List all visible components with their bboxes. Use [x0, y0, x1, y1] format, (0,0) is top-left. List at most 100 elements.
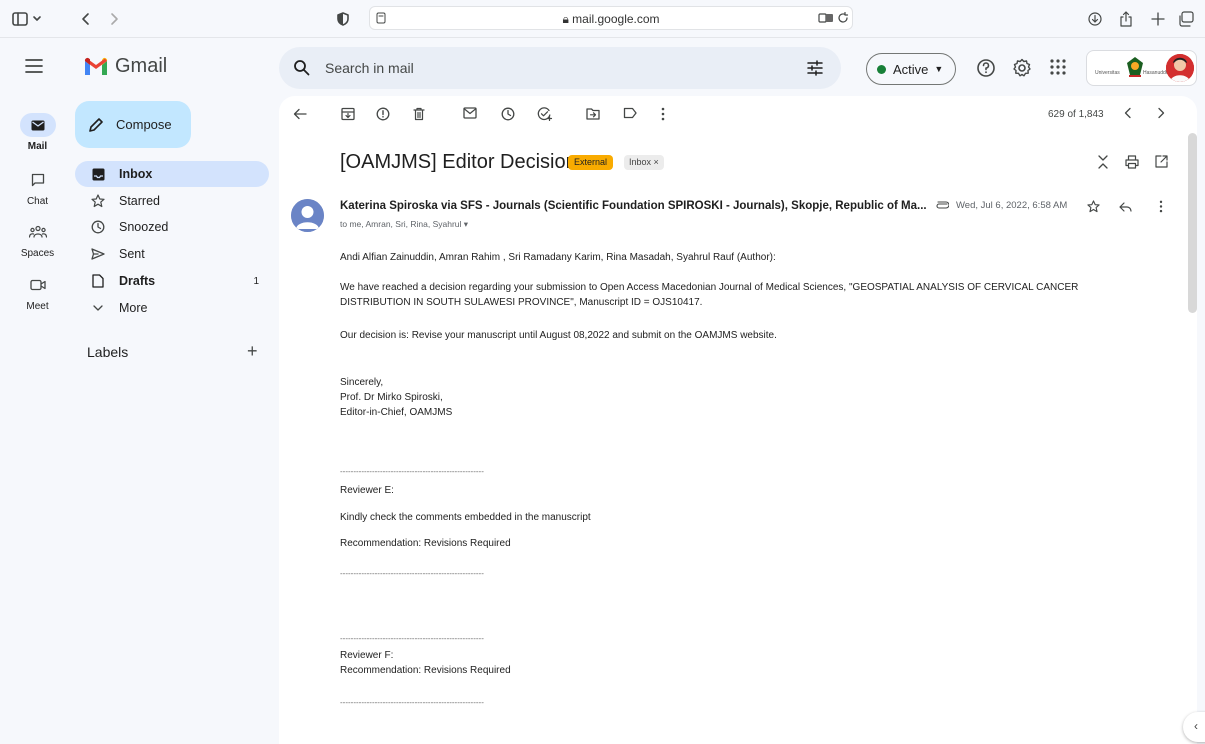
gmail-logo[interactable]: Gmail	[83, 55, 167, 78]
search-options-icon[interactable]	[807, 60, 823, 76]
nav-item-sent[interactable]: Sent	[75, 241, 269, 267]
body-line: Kindly check the comments embedded in th…	[340, 512, 591, 523]
reply-icon[interactable]	[1119, 202, 1132, 212]
body-line: Sincerely,	[340, 377, 384, 388]
body-line: Andi Alfian Zainuddin, Amran Rahim , Sri…	[340, 252, 776, 263]
compose-button[interactable]: Compose	[75, 101, 191, 148]
collapse-all-icon[interactable]	[1097, 154, 1109, 170]
label-tag-icon[interactable]	[623, 107, 637, 119]
draft-file-icon	[90, 273, 106, 289]
nav-item-more[interactable]: More	[75, 295, 269, 321]
body-line: Reviewer F:	[340, 650, 394, 661]
separator-line: ----------------------------------------…	[340, 698, 484, 707]
chat-icon	[20, 168, 56, 192]
status-label: Active	[893, 61, 929, 77]
chevron-down-icon	[90, 300, 106, 316]
search-bar[interactable]	[279, 47, 841, 89]
separator-line: ----------------------------------------…	[340, 569, 484, 578]
add-label-icon[interactable]: +	[247, 341, 258, 362]
inbox-label-chip[interactable]: Inbox ×	[624, 155, 664, 170]
nav-item-snoozed[interactable]: Snoozed	[75, 214, 269, 240]
nav-label: Sent	[119, 247, 145, 261]
body-line: Prof. Dr Mirko Spiroski,	[340, 392, 443, 403]
body-line: Recommendation: Revisions Required	[340, 538, 511, 549]
external-badge: External	[568, 155, 614, 170]
print-icon[interactable]	[1125, 155, 1139, 169]
send-icon	[90, 246, 106, 262]
lock-icon: 🔒︎	[562, 12, 569, 26]
message-more-icon[interactable]	[1159, 200, 1163, 213]
url-domain: 🔒︎ mail.google.com	[370, 12, 852, 27]
drafts-count: 1	[253, 275, 259, 287]
email-date: Wed, Jul 6, 2022, 6:58 AM	[956, 200, 1068, 211]
nav-item-drafts[interactable]: Drafts 1	[75, 268, 269, 294]
recipients-dropdown[interactable]: to me, Amran, Sri, Rina, Syahrul ▾	[340, 219, 468, 230]
star-icon[interactable]	[1087, 200, 1100, 213]
search-icon[interactable]	[293, 59, 310, 76]
apps-grid-icon[interactable]	[1049, 58, 1067, 76]
sender-name[interactable]: Katerina Spiroska via SFS - Journals (Sc…	[340, 200, 927, 212]
labels-heading: Labels	[87, 344, 129, 360]
rail-label: Chat	[26, 196, 49, 207]
tab-overview-icon[interactable]	[1178, 9, 1194, 29]
mark-unread-icon[interactable]	[463, 107, 477, 119]
status-dropdown[interactable]: Active ▼	[866, 53, 956, 85]
reload-icon[interactable]	[837, 12, 849, 24]
spaces-icon	[20, 220, 56, 244]
url-text: mail.google.com	[572, 12, 660, 26]
inbox-icon	[90, 166, 106, 182]
rail-item-chat[interactable]: Chat	[0, 168, 75, 207]
move-to-icon[interactable]	[586, 107, 600, 120]
org-name-left: Universitas	[1095, 70, 1120, 76]
archive-icon[interactable]	[341, 107, 355, 121]
downloads-icon[interactable]	[1087, 9, 1103, 29]
report-spam-icon[interactable]	[376, 107, 390, 121]
meet-icon	[20, 273, 56, 297]
forward-icon[interactable]	[106, 9, 122, 29]
gmail-wordmark: Gmail	[115, 55, 168, 77]
nav-label: Starred	[119, 194, 160, 208]
sender-avatar	[291, 199, 324, 232]
older-chevron-right-icon[interactable]	[1157, 107, 1165, 119]
new-tab-icon[interactable]	[1150, 9, 1166, 29]
body-line: Our decision is: Revise your manuscript …	[340, 330, 777, 341]
rail-item-meet[interactable]: Meet	[0, 273, 75, 312]
share-icon[interactable]	[1118, 9, 1134, 29]
settings-gear-icon[interactable]	[1012, 58, 1032, 78]
privacy-shield-icon[interactable]	[336, 9, 350, 29]
sidebar-toggle-icon[interactable]	[10, 9, 44, 29]
pencil-icon	[89, 117, 103, 132]
message-range: 629 of 1,843	[1048, 109, 1104, 120]
nav-label: Drafts	[119, 274, 156, 288]
nav-item-inbox[interactable]: Inbox	[75, 161, 269, 187]
back-icon[interactable]	[78, 9, 94, 29]
rail-item-mail[interactable]: Mail	[0, 113, 75, 152]
mail-icon	[19, 113, 56, 137]
scrollbar[interactable]	[1188, 133, 1197, 313]
rail-label: Mail	[27, 141, 48, 152]
separator-line: ----------------------------------------…	[340, 467, 484, 476]
side-panel-toggle-icon[interactable]: ‹	[1183, 712, 1205, 742]
account-avatar[interactable]	[1166, 54, 1194, 82]
address-bar[interactable]: 🔒︎ mail.google.com	[369, 6, 853, 30]
body-line: Reviewer E:	[340, 485, 394, 496]
nav-item-starred[interactable]: Starred	[75, 188, 269, 214]
main-menu-icon[interactable]	[25, 59, 43, 73]
delete-trash-icon[interactable]	[413, 107, 425, 121]
caret-down-icon: ▼	[934, 64, 944, 74]
more-vertical-icon[interactable]	[661, 107, 665, 121]
rail-item-spaces[interactable]: Spaces	[0, 220, 75, 259]
email-subject: [OAMJMS] Editor Decision	[340, 151, 577, 173]
status-dot	[877, 64, 886, 74]
open-new-window-icon[interactable]	[1155, 155, 1168, 168]
search-input[interactable]	[325, 58, 765, 78]
add-task-icon[interactable]	[537, 107, 553, 121]
message-pane: 629 of 1,843 [OAMJMS] Editor Decision Ex…	[279, 96, 1197, 744]
compose-label: Compose	[116, 117, 172, 132]
translate-icon[interactable]	[818, 12, 834, 24]
back-arrow-icon[interactable]	[293, 107, 307, 121]
nav-label: Inbox	[119, 167, 153, 181]
help-icon[interactable]	[976, 58, 996, 78]
snooze-clock-icon[interactable]	[501, 107, 515, 121]
newer-chevron-left-icon[interactable]	[1124, 107, 1132, 119]
